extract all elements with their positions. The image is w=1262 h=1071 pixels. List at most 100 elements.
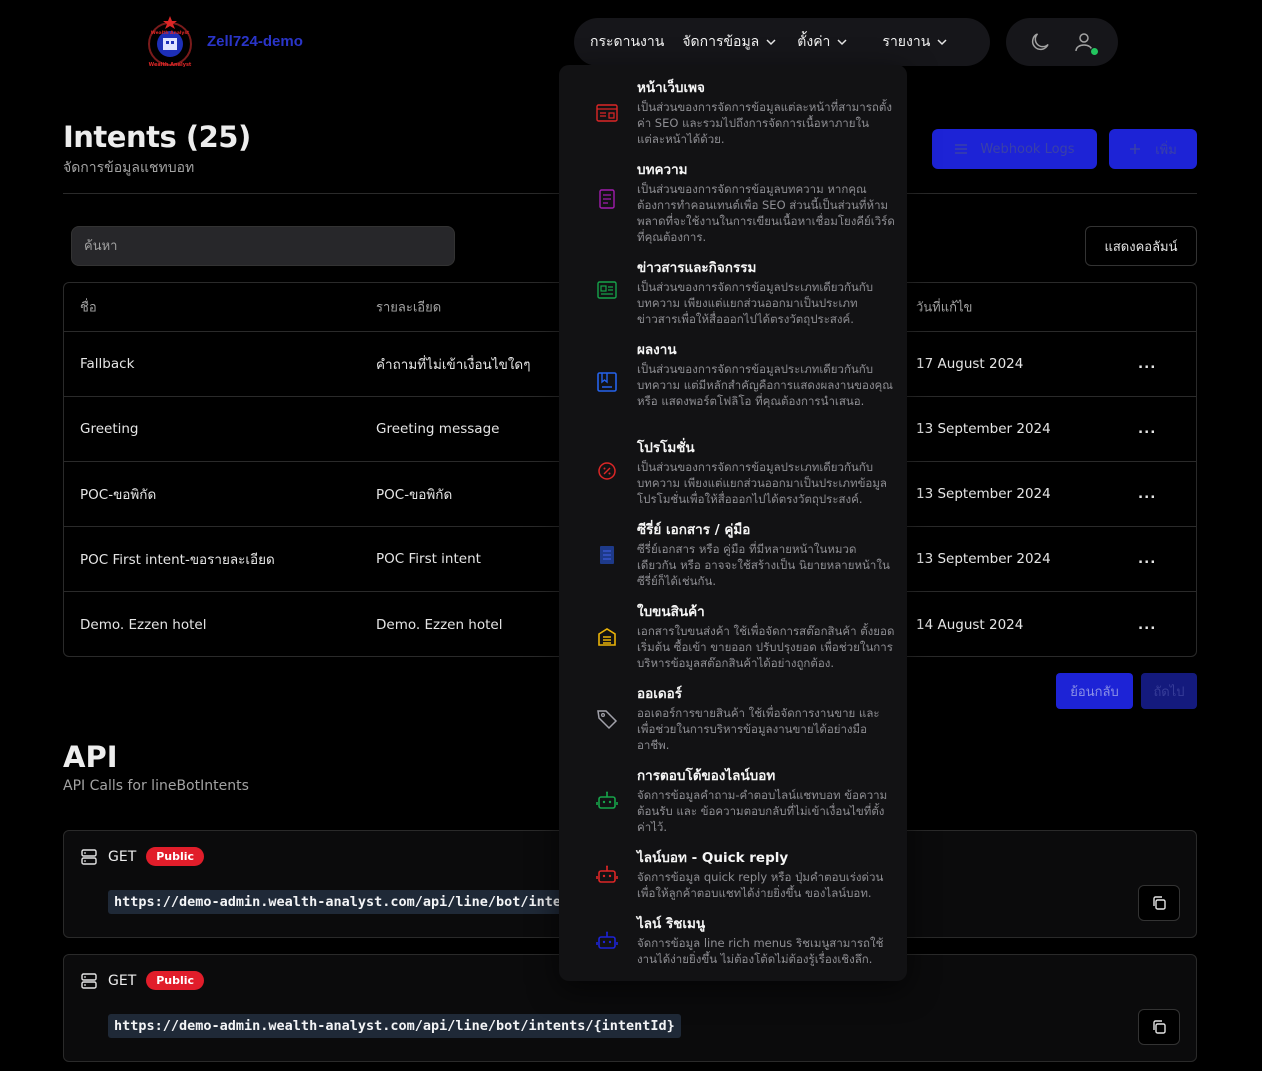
menu-item-title: ไลน์บอท - Quick reply bbox=[637, 850, 789, 866]
page-title: Intents (25) bbox=[63, 120, 251, 154]
api-endpoint-header: GET Public bbox=[80, 847, 205, 866]
delivery-note-icon bbox=[598, 628, 616, 646]
user-profile-icon[interactable] bbox=[1072, 30, 1099, 56]
cell-name: Fallback bbox=[80, 356, 135, 372]
show-columns-button[interactable]: แสดงคอลัมน์ bbox=[1085, 226, 1197, 266]
menu-item-description: เป็นส่วนของการจัดการข้อมูลแต่ละหน้าที่สา… bbox=[637, 100, 892, 146]
http-method: GET bbox=[108, 848, 137, 865]
chevron-down-icon bbox=[837, 39, 847, 46]
cell-name: POC-ขอพิกัด bbox=[80, 487, 157, 503]
cell-name: POC First intent-ขอรายละเอียด bbox=[80, 552, 275, 568]
menu-item-description: จัดการข้อมูลคำถาม-คำตอบไลน์แชทบอท ข้อควา… bbox=[637, 788, 888, 834]
previous-page-button[interactable]: ย้อนกลับ bbox=[1056, 673, 1133, 709]
webpage-icon bbox=[596, 104, 618, 122]
svg-text:Wealth Analyst: Wealth Analyst bbox=[151, 30, 190, 36]
bot-icon bbox=[596, 931, 618, 949]
cell-detail: คำถามที่ไม่เข้าเงื่อนไขใดๆ bbox=[376, 357, 531, 373]
list-icon bbox=[955, 144, 968, 154]
nav-reports-label: รายงาน bbox=[882, 34, 931, 50]
article-icon bbox=[599, 189, 615, 209]
http-method: GET bbox=[108, 972, 137, 989]
copy-icon bbox=[1153, 1020, 1166, 1034]
promotion-icon bbox=[598, 462, 616, 480]
menu-item-title: ซีรี่ย์ เอกสาร / คู่มือ bbox=[637, 522, 751, 538]
server-icon bbox=[81, 848, 97, 865]
webhook-logs-button[interactable]: Webhook Logs bbox=[932, 129, 1097, 169]
cell-date: 14 August 2024 bbox=[916, 616, 1024, 633]
menu-item-description: เป็นส่วนของการจัดการข้อมูลประเภทเดียวกัน… bbox=[637, 460, 887, 506]
news-icon bbox=[597, 281, 617, 299]
server-icon bbox=[81, 972, 97, 989]
copy-url-button[interactable] bbox=[1138, 1009, 1180, 1045]
menu-item-description: เอกสารใบขนส่งค้า ใช้เพื่อจัดการสต๊อกสินค… bbox=[637, 624, 895, 670]
nav-settings[interactable]: ตั้งค่า bbox=[797, 31, 848, 53]
copy-url-button[interactable] bbox=[1138, 885, 1180, 921]
plus-icon bbox=[1130, 144, 1141, 154]
row-menu-icon[interactable]: ... bbox=[1138, 551, 1156, 567]
cell-date: 13 September 2024 bbox=[916, 486, 1051, 502]
search-input[interactable] bbox=[71, 226, 455, 266]
column-header-name[interactable]: ชื่อ bbox=[80, 297, 97, 318]
brand-logo[interactable]: Wealth Analyst Wealth Analyst Zell724-de… bbox=[141, 14, 303, 68]
series-doc-icon bbox=[600, 546, 614, 564]
online-status-dot bbox=[1090, 47, 1099, 56]
menu-item-description: เป็นส่วนของการจัดการข้อมูลประเภทเดียวกัน… bbox=[637, 280, 874, 326]
main-nav: กระดานงาน จัดการข้อมูล ตั้งค่า รายงาน bbox=[574, 18, 990, 66]
menu-item-description: เป็นส่วนของการจัดการข้อมูลบทความ หากคุณต… bbox=[637, 182, 895, 244]
cell-name: Demo. Ezzen hotel bbox=[80, 616, 207, 633]
brand-name: Zell724-demo bbox=[207, 32, 303, 50]
menu-item-title: ข่าวสารและกิจกรรม bbox=[637, 260, 757, 276]
add-button-label: เพิ่ม bbox=[1155, 142, 1177, 158]
cell-date: 13 September 2024 bbox=[916, 421, 1051, 437]
add-button[interactable]: เพิ่ม bbox=[1109, 129, 1197, 169]
menu-item-description: ออเดอร์การขายสินค้า ใช้เพื่อจัดการงานขาย… bbox=[637, 706, 880, 752]
api-endpoint-header: GET Public bbox=[80, 971, 205, 990]
copy-icon bbox=[1153, 896, 1166, 910]
data-management-dropdown: หน้าเว็บเพจ เป็นส่วนของการจัดการข้อมูลแต… bbox=[559, 65, 907, 981]
menu-item-title: ออเดอร์ bbox=[637, 686, 682, 702]
cell-detail: Demo. Ezzen hotel bbox=[376, 616, 503, 633]
menu-item-description: จัดการข้อมูล quick reply หรือ ปุ่มคำตอบเ… bbox=[637, 870, 884, 900]
nav-data-management-label: จัดการข้อมูล bbox=[682, 34, 760, 50]
row-menu-icon[interactable]: ... bbox=[1138, 617, 1156, 633]
nav-settings-label: ตั้งค่า bbox=[797, 34, 831, 50]
row-menu-icon[interactable]: ... bbox=[1138, 421, 1156, 437]
bot-icon bbox=[596, 865, 618, 883]
cell-detail: POC-ขอพิกัด bbox=[376, 487, 453, 503]
menu-item-title: ไลน์ ริชเมนู bbox=[637, 916, 706, 932]
public-badge: Public bbox=[146, 847, 205, 866]
cell-detail: Greeting message bbox=[376, 421, 500, 437]
order-tag-icon bbox=[597, 710, 618, 730]
nav-reports[interactable]: รายงาน bbox=[882, 31, 948, 53]
menu-item-title: การตอบโต้ของไลน์บอท bbox=[637, 768, 776, 784]
row-menu-icon[interactable]: ... bbox=[1138, 356, 1156, 372]
public-badge: Public bbox=[146, 971, 205, 990]
menu-item-title: ผลงาน bbox=[637, 342, 677, 358]
menu-item-title: หน้าเว็บเพจ bbox=[637, 80, 705, 96]
bot-icon bbox=[596, 791, 618, 809]
api-section-title: API bbox=[63, 740, 118, 774]
webhook-logs-label: Webhook Logs bbox=[980, 141, 1075, 157]
cell-date: 13 September 2024 bbox=[916, 551, 1051, 567]
api-section-subtitle: API Calls for lineBotIntents bbox=[63, 778, 249, 794]
nav-dashboard[interactable]: กระดานงาน bbox=[590, 31, 664, 53]
endpoint-url: https://demo-admin.wealth-analyst.com/ap… bbox=[108, 890, 592, 914]
endpoint-url: https://demo-admin.wealth-analyst.com/ap… bbox=[108, 1014, 681, 1038]
svg-text:Wealth Analyst: Wealth Analyst bbox=[149, 62, 192, 68]
chevron-down-icon bbox=[766, 39, 776, 46]
cell-name: Greeting bbox=[80, 421, 139, 437]
cell-date: 17 August 2024 bbox=[916, 356, 1024, 372]
chevron-down-icon bbox=[937, 39, 947, 46]
column-header-detail[interactable]: รายละเอียด bbox=[376, 297, 441, 318]
menu-item-title: ใบขนสินค้า bbox=[637, 604, 705, 620]
menu-item-description: จัดการข้อมูล line rich menus ริชเมนูสามา… bbox=[637, 936, 884, 966]
portfolio-icon bbox=[597, 372, 617, 392]
dark-mode-toggle-icon[interactable] bbox=[1028, 30, 1052, 54]
wealth-analyst-logo: Wealth Analyst Wealth Analyst bbox=[141, 14, 199, 68]
column-header-date[interactable]: วันที่แก้ไข bbox=[916, 297, 972, 318]
nav-dashboard-label: กระดานงาน bbox=[590, 34, 665, 50]
nav-data-management[interactable]: จัดการข้อมูล bbox=[682, 31, 777, 53]
page-subtitle: จัดการข้อมูลแชทบอท bbox=[63, 160, 195, 176]
next-page-button[interactable]: ถัดไป bbox=[1141, 673, 1197, 709]
row-menu-icon[interactable]: ... bbox=[1138, 486, 1156, 502]
